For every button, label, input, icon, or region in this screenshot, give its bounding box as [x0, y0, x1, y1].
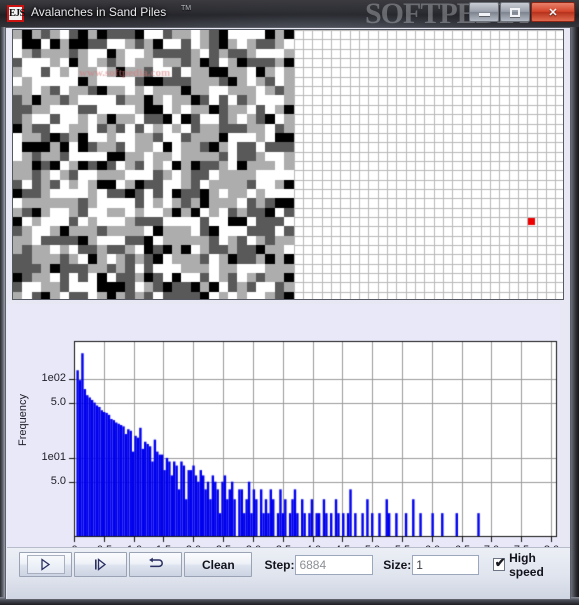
close-button[interactable]: ✕ — [531, 2, 575, 22]
window-frame-right — [571, 27, 579, 605]
minimize-icon — [470, 3, 498, 21]
title-bar[interactable]: SOFTPEDIA EJS Avalanches in Sand Piles T… — [0, 0, 579, 28]
step-field-label: Step: — [264, 557, 295, 572]
window-title: Avalanches in Sand Piles — [31, 5, 167, 19]
play-icon — [41, 558, 51, 571]
reset-button[interactable] — [129, 552, 183, 577]
histogram-panel: Histogram Frequency Avalanche size x102 … — [7, 304, 560, 547]
ejs-icon: EJS — [7, 5, 25, 22]
trademark-mark: TM — [181, 5, 192, 12]
step-icon — [95, 558, 107, 571]
reset-icon — [149, 557, 164, 568]
control-toolbar: Clean Step: 6884 Size: 1 ✔ High speed — [7, 547, 570, 599]
maximize-icon — [501, 3, 529, 21]
high-speed-checkbox[interactable]: ✔ — [492, 555, 506, 571]
checkmark-icon: ✔ — [494, 555, 506, 570]
size-field-label: Size: — [383, 557, 412, 572]
play-button[interactable] — [19, 552, 73, 577]
y-tick-label: 1e01 — [41, 450, 66, 463]
y-tick-label: 5.0 — [50, 395, 66, 408]
sandpile-grid-panel[interactable] — [12, 29, 564, 300]
sandpile-grid-canvas[interactable] — [13, 30, 563, 299]
window-client-area: Histogram Frequency Avalanche size x102 … — [5, 27, 571, 600]
play-button-focus-ring — [26, 555, 65, 574]
y-tick-label: 1e02 — [41, 371, 66, 384]
application-window: SOFTPEDIA EJS Avalanches in Sand Piles T… — [0, 0, 579, 605]
close-icon: ✕ — [548, 6, 558, 19]
step-button[interactable] — [74, 552, 128, 577]
high-speed-checkbox-wrap[interactable]: ✔ High speed — [492, 550, 570, 579]
maximize-button[interactable] — [500, 2, 530, 22]
size-value-field[interactable]: 1 — [412, 554, 479, 575]
histogram-plot-canvas[interactable] — [7, 304, 560, 547]
clean-button[interactable]: Clean — [184, 552, 253, 577]
high-speed-label: High speed — [509, 550, 544, 579]
step-value-field[interactable]: 6884 — [295, 554, 374, 575]
y-tick-label: 5.0 — [50, 474, 66, 487]
minimize-button[interactable] — [469, 2, 499, 22]
y-axis-label: Frequency — [17, 394, 29, 446]
